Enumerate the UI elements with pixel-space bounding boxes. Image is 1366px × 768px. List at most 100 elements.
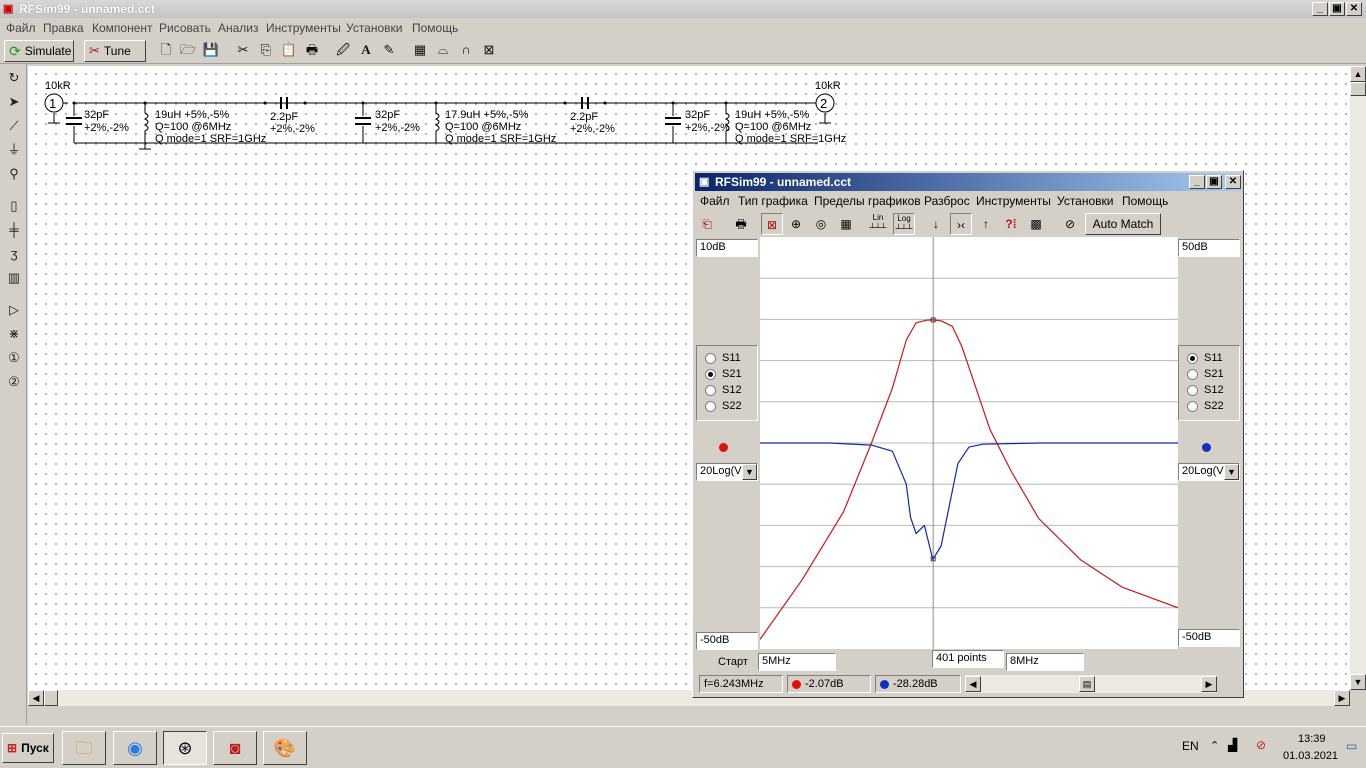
paint-taskbar-icon[interactable]: 🎨 — [263, 731, 307, 765]
left-s12-option[interactable]: S12 — [705, 382, 757, 398]
frequency-scrollbar[interactable]: ◀ ▤ ▶ — [965, 675, 1217, 693]
crystal-icon[interactable]: ⋇ — [4, 324, 24, 344]
left-s12-radio[interactable] — [705, 384, 716, 396]
rect-plot-icon[interactable]: ⊠ — [761, 213, 783, 235]
volume-muted-icon[interactable]: ⊘ — [1256, 738, 1266, 752]
log-scale-button[interactable]: Log ┴┴┴ — [893, 213, 915, 235]
wire-icon[interactable]: ⟋ — [4, 116, 24, 136]
left-s22-option[interactable]: S22 — [705, 398, 757, 414]
right-s11-option[interactable]: S11 — [1187, 350, 1239, 366]
menu-analysis[interactable]: Анализ — [218, 21, 259, 35]
left-scale-select[interactable]: 20Log(V) ▼ — [696, 463, 758, 481]
hscroll-thumb[interactable] — [44, 690, 58, 706]
scroll-up-arrow-icon[interactable]: ▲ — [1350, 66, 1366, 82]
network-icon[interactable]: ▟ — [1228, 738, 1237, 752]
graph-menu-file[interactable]: Файл — [700, 194, 730, 208]
pointer-icon[interactable]: ➤ — [4, 92, 24, 112]
menu-file[interactable]: Файл — [6, 21, 36, 35]
ground-icon[interactable]: ⏚ — [4, 140, 24, 160]
paste-icon[interactable]: 📋 — [279, 40, 299, 60]
open-file-icon[interactable]: 🗁 — [178, 40, 198, 60]
scroll-thumb[interactable] — [1350, 82, 1366, 96]
graph-menu-type[interactable]: Тип графика — [738, 194, 808, 208]
marker-center-icon[interactable]: ›‹ — [950, 213, 972, 235]
zoom-box-icon[interactable]: ⊠ — [479, 40, 499, 60]
graph-print-icon[interactable]: 🖶 — [730, 213, 752, 235]
tune-button[interactable]: ✂ Tune — [84, 40, 146, 62]
start-button[interactable]: ⊞ Пуск — [2, 733, 54, 763]
scroll-left-arrow-icon[interactable]: ◀ — [28, 690, 44, 706]
marker-down-icon[interactable]: ↓ — [925, 213, 947, 235]
c3-value[interactable]: 32pF — [375, 109, 400, 121]
rfsim-taskbar-icon[interactable]: ⊛ — [163, 731, 207, 765]
menu-component[interactable]: Компонент — [92, 21, 153, 35]
transformer-icon[interactable]: ▥ — [4, 268, 24, 288]
help-cursor-icon[interactable]: ?⁞ — [1000, 213, 1022, 235]
graph-menu-help[interactable]: Помощь — [1122, 194, 1168, 208]
right-axis-min[interactable]: -50dB — [1178, 629, 1240, 647]
inductor-icon[interactable]: ʒ — [4, 244, 24, 264]
right-trace-color-dot[interactable] — [1202, 443, 1211, 452]
l1-value[interactable]: 19uH +5%,-5% — [155, 109, 229, 121]
right-s12-option[interactable]: S12 — [1187, 382, 1239, 398]
left-s21-option[interactable]: S21 — [705, 366, 757, 382]
freq-scroll-thumb[interactable]: ▤ — [1079, 676, 1095, 692]
right-s21-option[interactable]: S21 — [1187, 366, 1239, 382]
stop-frequency-input[interactable]: 8MHz — [1006, 653, 1084, 671]
polar-plot-icon[interactable]: ◎ — [810, 213, 832, 235]
c5-value[interactable]: 32pF — [685, 109, 710, 121]
tray-expand-icon[interactable]: ⌃ — [1210, 739, 1219, 752]
exit-graph-icon[interactable]: ⎗ — [696, 213, 718, 235]
save-icon[interactable]: 💾 — [201, 40, 221, 60]
port2-icon[interactable]: ② — [4, 372, 24, 392]
menu-help[interactable]: Помощь — [412, 21, 458, 35]
file-explorer-taskbar-icon[interactable]: 🗀 — [62, 731, 106, 765]
freq-scroll-right-icon[interactable]: ▶ — [1201, 676, 1217, 692]
menu-settings[interactable]: Установки — [346, 21, 402, 35]
screen-recorder-taskbar-icon[interactable]: ◙ — [213, 731, 257, 765]
right-axis-max[interactable]: 50dB — [1178, 239, 1240, 257]
print-icon[interactable]: 🖶 — [302, 40, 322, 60]
magnet-icon[interactable]: ∩ — [456, 40, 476, 60]
calculator-icon[interactable]: ▦ — [410, 40, 430, 60]
c1-value[interactable]: 32pF — [84, 109, 109, 121]
restore-button[interactable]: ▣ — [1329, 2, 1345, 16]
clock-date[interactable]: 01.03.2021 — [1283, 750, 1338, 762]
port1-icon[interactable]: ① — [4, 348, 24, 368]
graph-menu-tools[interactable]: Инструменты — [976, 194, 1051, 208]
scroll-down-arrow-icon[interactable]: ▼ — [1350, 674, 1366, 690]
simulate-button[interactable]: ⟳ Simulate — [4, 40, 74, 62]
c4-value[interactable]: 2.2pF — [570, 111, 598, 123]
left-axis-max[interactable]: 10dB — [696, 239, 758, 257]
port1-number[interactable]: 1 — [49, 96, 56, 111]
graph-plot-area[interactable] — [759, 237, 1179, 649]
new-file-icon[interactable]: 🗋 — [156, 40, 176, 60]
graph-close-button[interactable]: ✕ — [1225, 175, 1241, 189]
points-input[interactable]: 401 points — [932, 650, 1004, 668]
left-trace-color-dot[interactable] — [719, 443, 728, 452]
lin-scale-button[interactable]: Lin ┴┴┴ — [867, 213, 889, 235]
right-scale-dropdown-icon[interactable]: ▼ — [1224, 464, 1239, 480]
start-frequency-input[interactable]: 5MHz — [758, 653, 836, 671]
minimize-button[interactable]: _ — [1312, 2, 1328, 16]
capacitor-icon[interactable]: ╪ — [4, 220, 24, 240]
freq-scroll-left-icon[interactable]: ◀ — [965, 676, 981, 692]
menu-tools[interactable]: Инструменты — [266, 21, 341, 35]
graph-minimize-button[interactable]: _ — [1189, 175, 1205, 189]
resistor-icon[interactable]: ▯ — [4, 196, 24, 216]
left-s11-option[interactable]: S11 — [705, 350, 757, 366]
probe-pin-icon[interactable]: ⚲ — [4, 164, 24, 184]
cut-icon[interactable]: ✂ — [233, 40, 253, 60]
spread-icon[interactable]: ▩ — [1025, 213, 1047, 235]
menu-draw[interactable]: Рисовать — [159, 21, 211, 35]
graph-menu-spread[interactable]: Разброс — [924, 194, 970, 208]
c2-value[interactable]: 2.2pF — [270, 111, 298, 123]
left-axis-min[interactable]: -50dB — [696, 632, 758, 650]
auto-match-button[interactable]: Auto Match — [1085, 213, 1161, 235]
graph-maximize-button[interactable]: ▣ — [1206, 175, 1222, 189]
table-icon[interactable]: ▦ — [835, 213, 857, 235]
probe-icon[interactable]: 🖉 — [333, 40, 353, 60]
left-scale-dropdown-icon[interactable]: ▼ — [742, 464, 757, 480]
right-s12-radio[interactable] — [1187, 384, 1198, 396]
antenna-icon[interactable]: ⌓ — [433, 40, 453, 60]
